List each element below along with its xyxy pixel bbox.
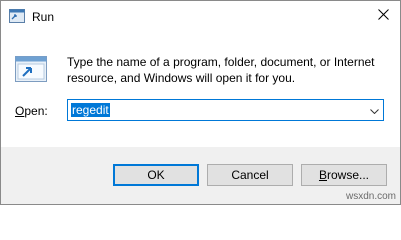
close-icon	[377, 9, 389, 23]
window-title: Run	[32, 10, 55, 24]
description-line: resource, and Windows will open it for y…	[67, 71, 296, 85]
browse-button-accel: B	[318, 168, 327, 182]
open-label-accel: O	[15, 104, 25, 118]
description-text: Type the name of a program, folder, docu…	[67, 54, 392, 86]
cancel-button[interactable]: Cancel	[207, 164, 293, 186]
ok-button-label: OK	[147, 168, 165, 182]
close-button[interactable]	[366, 1, 400, 31]
run-dialog-icon	[15, 56, 47, 82]
open-input[interactable]: regedit	[71, 103, 110, 117]
cancel-button-label: Cancel	[231, 168, 269, 182]
chevron-down-icon	[369, 103, 379, 117]
run-app-icon	[9, 9, 25, 23]
ok-button[interactable]: OK	[113, 164, 199, 186]
title-bar[interactable]: Run	[1, 1, 400, 31]
open-combobox[interactable]: regedit	[67, 99, 384, 121]
run-dialog: Run Type the name of a program, folder, …	[0, 0, 401, 205]
browse-button[interactable]: Browse...	[301, 164, 387, 186]
browse-button-rest: rowse...	[327, 168, 370, 182]
description-line: Type the name of a program, folder, docu…	[67, 55, 375, 69]
watermark-text: wsxdn.com	[345, 191, 396, 202]
open-label: Open:	[15, 104, 48, 118]
open-label-rest: pen:	[24, 104, 48, 118]
button-bar: OK Cancel Browse... wsxdn.com	[1, 147, 400, 204]
dropdown-button[interactable]	[365, 100, 383, 120]
